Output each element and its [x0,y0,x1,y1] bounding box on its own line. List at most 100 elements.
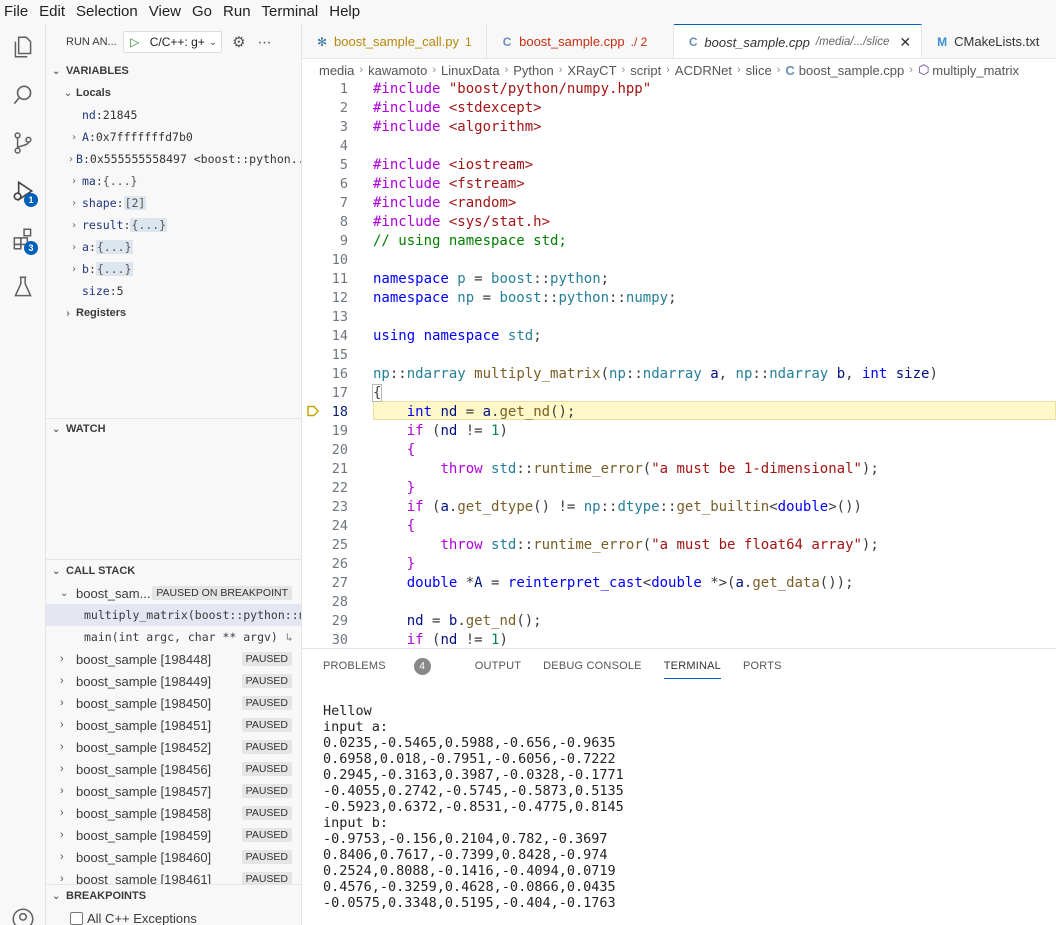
run-view-title: RUN AN... [66,36,117,48]
tab-cmakelists[interactable]: M CMakeLists.txt [922,24,1056,58]
tab-boost-sample-cpp-local[interactable]: C boost_sample.cpp ./ 2 [487,24,675,58]
chevron-right-icon: › [558,64,563,76]
code-editor[interactable]: 1 2 3 4 5 6 7 8 9 10 11 12 13 14 15 16 17 18 19 20 21 22 23 24 2… [302,81,1056,648]
variable-row[interactable]: › shape: [2] [46,192,301,214]
search-icon[interactable] [8,80,38,110]
variable-row[interactable]: › b: {...} [46,258,301,280]
chevron-right-icon: › [70,241,78,253]
code-line: using namespace std; [373,328,542,344]
close-icon[interactable]: ✕ [899,34,911,51]
breadcrumb-item[interactable]: kawamoto [368,63,427,78]
tab-boost-sample-cpp-media[interactable]: C boost_sample.cpp /media/.../slice ✕ [674,24,923,58]
breadcrumb-item[interactable]: multiply_matrix [932,63,1019,78]
variable-value: 0x7fffffffd7b0 [95,130,193,144]
thread-row[interactable]: › boost_sample [198448] PAUSED [46,648,301,670]
breakpoint-checkbox[interactable] [70,911,83,925]
gear-icon[interactable]: ⚙ [232,33,245,51]
variable-row[interactable]: nd: 21845 [46,104,301,126]
thread-row[interactable]: › boost_sample [198449] PAUSED [46,670,301,692]
breadcrumb-item[interactable]: slice [746,63,772,78]
source-control-icon[interactable] [8,128,38,158]
thread-row[interactable]: › boost_sample [198456] PAUSED [46,758,301,780]
code-line: { [406,442,416,458]
tab-terminal[interactable]: TERMINAL [663,660,721,679]
thread-label: boost_sample [198457] [76,783,212,799]
menu-go[interactable]: Go [192,0,220,24]
breadcrumb-item[interactable]: media [319,63,354,78]
chevron-right-icon: › [70,197,78,209]
tab-debug-console[interactable]: DEBUG CONSOLE [543,660,642,672]
debug-config-select[interactable]: ▷ C/C++: g+ ⌄ [122,31,223,53]
menu-run[interactable]: Run [223,0,259,24]
callstack-section-header[interactable]: ⌄ CALL STACK [46,560,301,582]
variable-row[interactable]: › A: 0x7fffffffd7b0 [46,126,301,148]
thread-label: boost_sample [198452] [76,739,212,755]
variable-row[interactable]: › B: 0x555555558497 <boost::python... [46,148,301,170]
variable-row[interactable]: › a: {...} [46,236,301,258]
terminal-line: -0.0575,0.3348,0.5195,-0.404,-0.1763 [323,895,616,911]
thread-row[interactable]: › boost_sample [198459] PAUSED [46,824,301,846]
thread-main[interactable]: ⌄ boost_sam... PAUSED ON BREAKPOINT [46,582,301,604]
code-line: } [406,480,416,496]
line-number: 1 [339,81,348,97]
testing-icon[interactable] [8,272,38,302]
more-actions-icon[interactable]: ⋯ [258,34,272,51]
chevron-down-icon: ⌄ [63,87,73,99]
tab-label: boost_sample.cpp [704,34,810,50]
thread-row[interactable]: › boost_sample [198451] PAUSED [46,714,301,736]
locals-scope[interactable]: ⌄ Locals [46,82,301,104]
variable-row[interactable]: › result: {...} [46,214,301,236]
tab-problems[interactable]: PROBLEMS 4 [323,657,453,675]
breadcrumb-item[interactable]: script [630,63,661,78]
separator: : [95,108,103,122]
breadcrumb-item[interactable]: ACDRNet [675,63,732,78]
watch-section-header[interactable]: ⌄ WATCH [46,418,301,440]
start-debug-icon[interactable]: ▷ [124,35,146,49]
terminal-line: 0.2524,0.8088,-0.1416,-0.4094,0.0719 [323,863,616,879]
breakpoint-all-cpp-exceptions[interactable]: All C++ Exceptions [46,907,301,925]
thread-status-badge: PAUSED [241,806,292,820]
explorer-icon[interactable] [8,32,38,62]
chevron-down-icon[interactable]: ⌄ [209,37,221,48]
menu-terminal[interactable]: Terminal [262,0,327,24]
variables-section-header[interactable]: ⌄ VARIABLES [46,60,301,82]
menu-selection[interactable]: Selection [76,0,146,24]
variable-value: 5 [116,284,124,298]
thread-row[interactable]: › boost_sample [198452] PAUSED [46,736,301,758]
thread-row[interactable]: › boost_sample [198460] PAUSED [46,846,301,868]
tab-ports[interactable]: PORTS [743,660,782,672]
thread-row[interactable]: › boost_sample [198457] PAUSED [46,780,301,802]
chevron-right-icon: › [737,64,741,76]
watch-title: WATCH [66,423,106,435]
breadcrumb-item[interactable]: Python [513,63,553,78]
variable-row[interactable]: › ma: {...} [46,170,301,192]
account-icon[interactable] [8,904,38,925]
thread-status-badge: PAUSED [241,762,292,776]
line-number: 6 [339,176,348,192]
menu-help[interactable]: Help [329,0,368,24]
terminal-output[interactable]: Hellow input a: 0.0235,-0.5465,0.5988,-0.6… [323,703,624,911]
thread-row[interactable]: › boost_sample [198450] PAUSED [46,692,301,714]
menu-file[interactable]: File [4,0,36,24]
line-number: 15 [331,347,348,363]
terminal-line: -0.9753,-0.156,0.2104,0.782,-0.3697 [323,831,608,847]
chevron-right-icon: › [60,763,64,775]
breakpoints-section-header[interactable]: ⌄ BREAKPOINTS [46,885,301,907]
tab-output[interactable]: OUTPUT [475,660,521,672]
stack-frame-main[interactable]: main(int argc, char ** argv) ↳ [46,626,301,648]
thread-row[interactable]: › boost_sample [198458] PAUSED [46,802,301,824]
registers-label: Registers [76,307,127,319]
menubar: File Edit Selection View Go Run Terminal… [0,0,1056,24]
thread-status-badge: PAUSED [241,828,292,842]
code-line: namespace np = boost::python::numpy; [373,290,677,306]
breadcrumb-item[interactable]: LinuxData [441,63,500,78]
tab-boost-sample-call-py[interactable]: ✻ boost_sample_call.py 1 [302,24,488,58]
menu-view[interactable]: View [149,0,189,24]
menu-edit[interactable]: Edit [39,0,73,24]
breadcrumb-item[interactable]: XRayCT [567,63,616,78]
breadcrumb-item[interactable]: boost_sample.cpp [799,63,905,78]
stack-frame-multiply-matrix[interactable]: multiply_matrix(boost::python::num [46,604,301,626]
registers-scope[interactable]: › Registers [46,302,301,324]
variable-name: result [82,218,124,232]
variable-row[interactable]: size: 5 [46,280,301,302]
